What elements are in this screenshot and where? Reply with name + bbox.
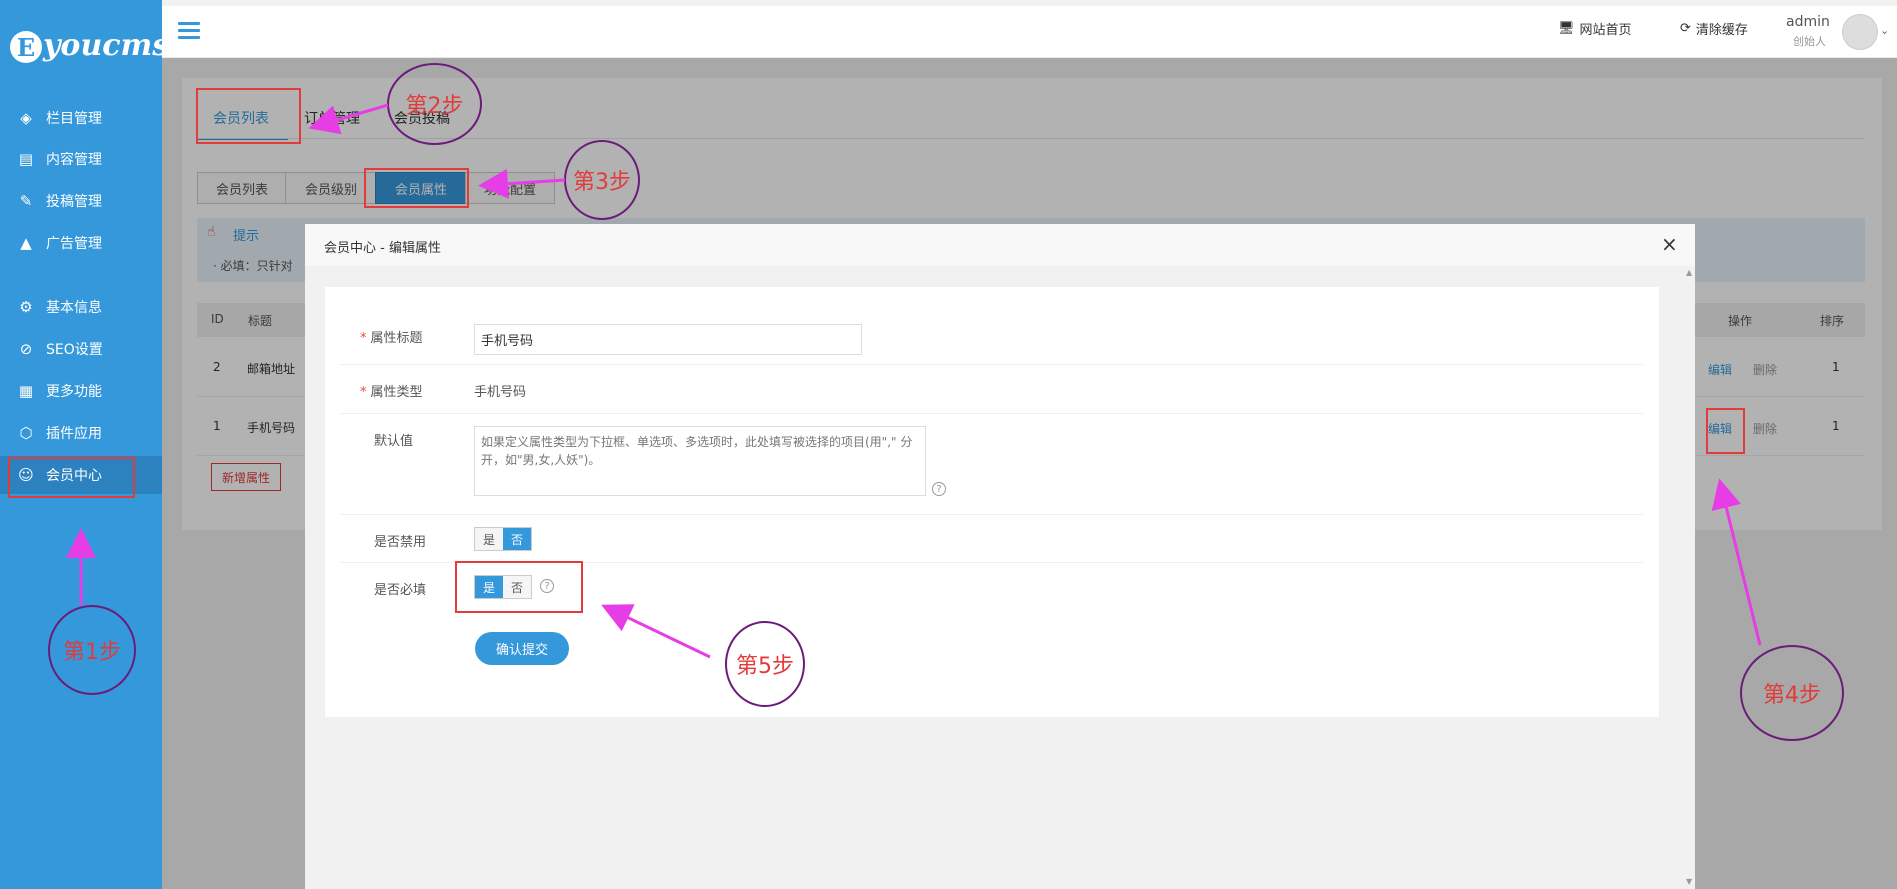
arrow-step4: [1711, 478, 1762, 646]
arrow-step3: [478, 168, 566, 199]
arrow-step2: [308, 103, 389, 135]
arrow-step5: [601, 604, 711, 659]
annotation-arrows: [66, 103, 1762, 659]
